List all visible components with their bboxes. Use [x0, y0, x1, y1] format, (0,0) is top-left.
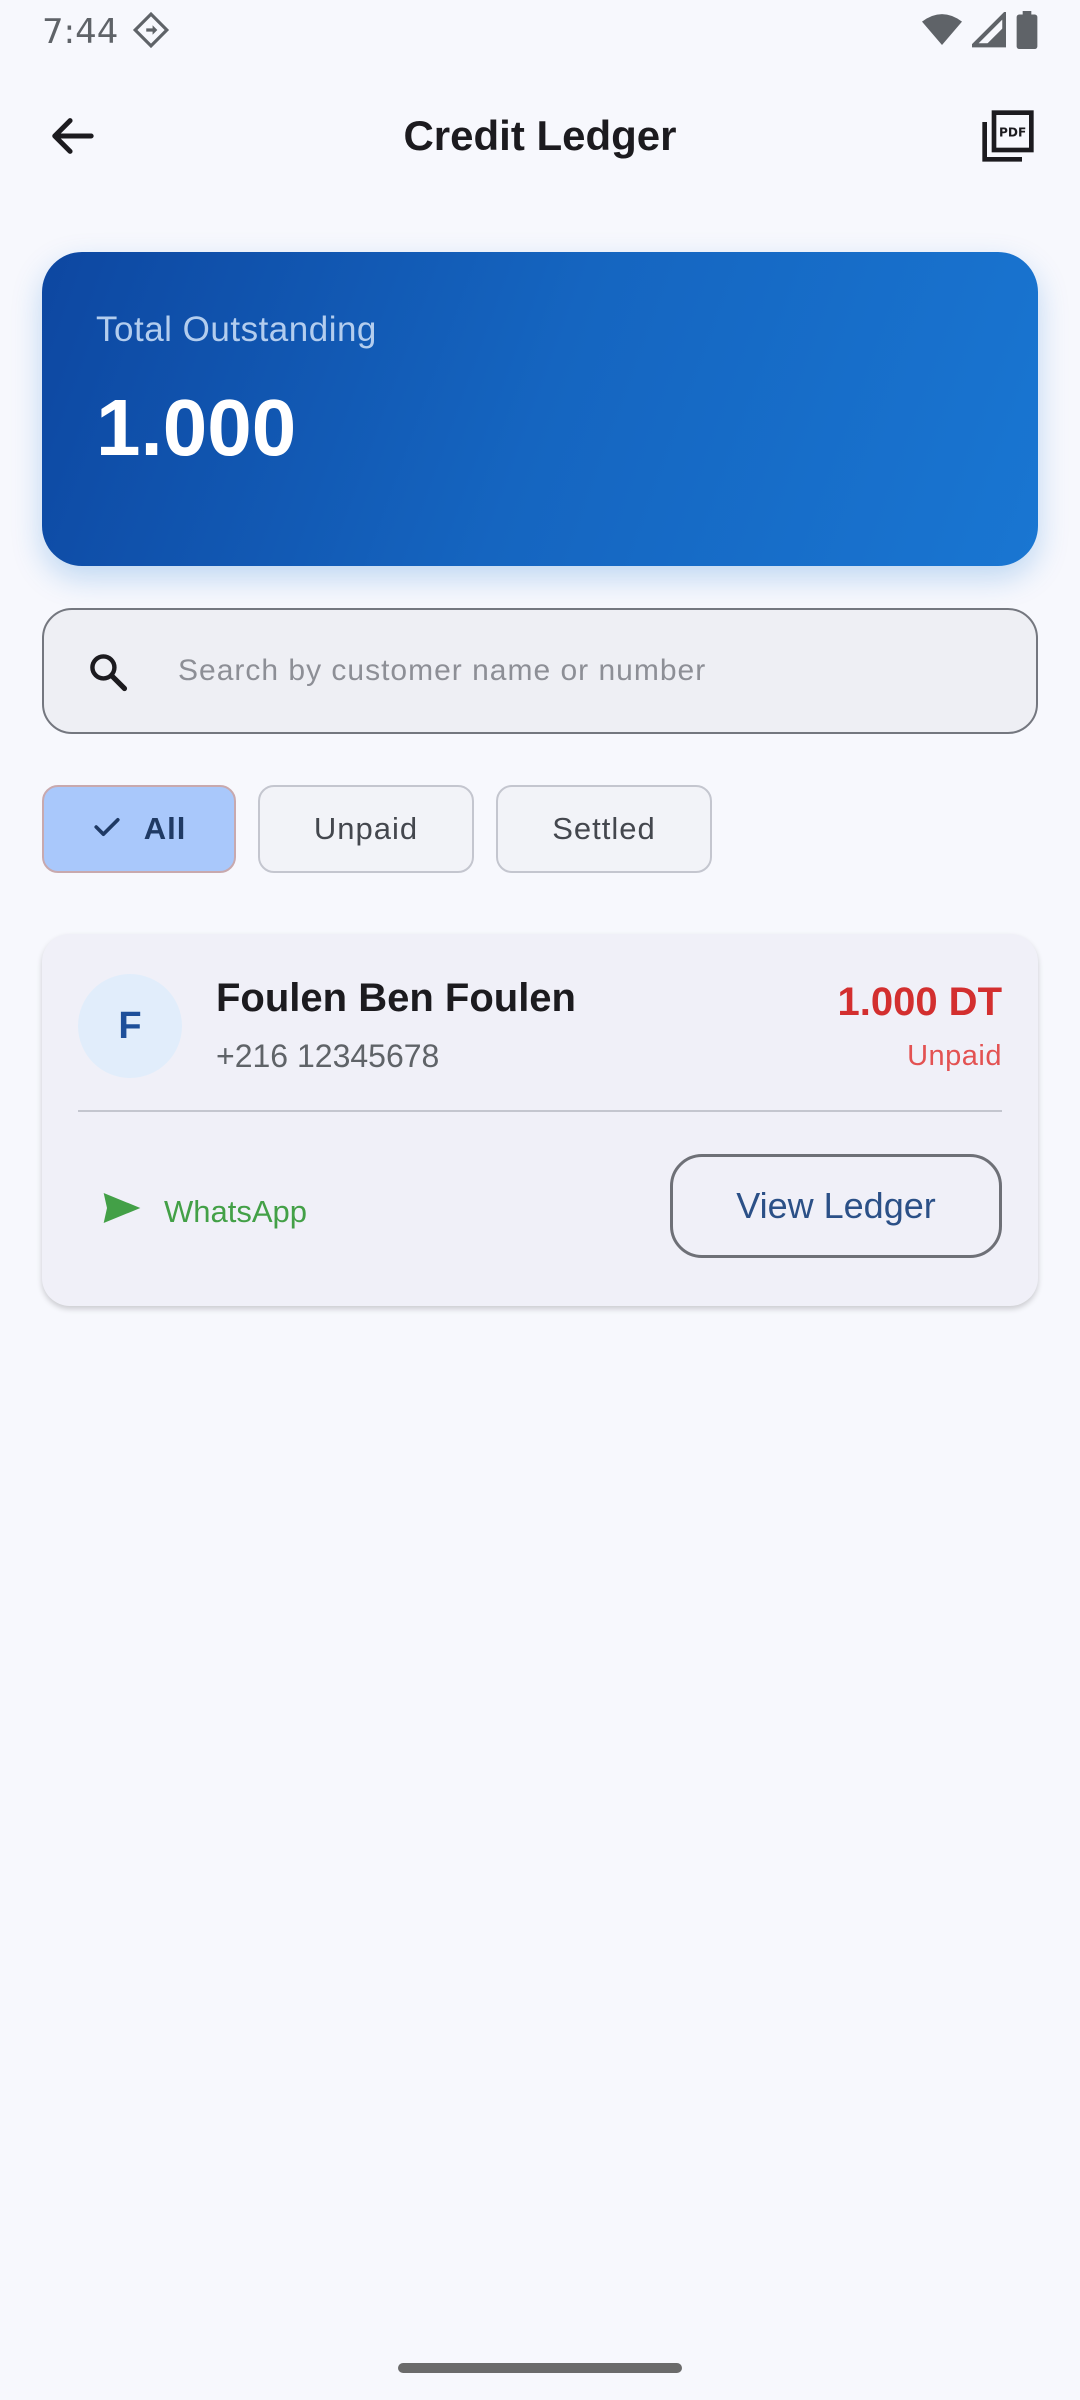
status-time: 7:44	[42, 12, 119, 52]
search-icon	[86, 650, 130, 694]
pdf-icon: PDF	[980, 108, 1036, 169]
status-badge: Unpaid	[907, 1040, 1002, 1072]
filter-chip-label: Settled	[552, 811, 656, 846]
filter-chip-unpaid[interactable]: Unpaid	[258, 785, 474, 873]
send-icon	[102, 1191, 142, 1233]
filter-chip-label: Unpaid	[313, 811, 419, 846]
divider	[78, 1110, 1002, 1112]
total-outstanding-amount: 1.000	[96, 383, 297, 472]
cell-signal-icon	[968, 9, 1007, 53]
customer-name: Foulen Ben Foulen	[216, 976, 576, 1020]
app-bar: Credit Ledger PDF	[0, 88, 1080, 188]
filter-chip-all[interactable]: All	[42, 785, 236, 873]
whatsapp-button[interactable]: WhatsApp	[102, 1182, 307, 1242]
filter-chip-settled[interactable]: Settled	[496, 785, 712, 873]
total-outstanding-card: Total Outstanding 1.000	[42, 252, 1038, 566]
customer-phone: +216 12345678	[216, 1038, 440, 1074]
page-title: Credit Ledger	[403, 112, 677, 159]
svg-text:PDF: PDF	[999, 125, 1026, 139]
search-box[interactable]	[42, 608, 1038, 734]
total-outstanding-label: Total Outstanding	[96, 310, 377, 349]
navigation-diamond-icon	[132, 11, 170, 54]
status-left: 7:44	[42, 11, 170, 54]
home-indicator[interactable]	[398, 2363, 682, 2373]
view-ledger-button[interactable]: View Ledger	[670, 1154, 1002, 1258]
battery-icon	[1016, 10, 1038, 54]
check-icon	[92, 811, 122, 847]
avatar: F	[78, 974, 182, 1078]
export-pdf-button[interactable]: PDF	[972, 102, 1044, 174]
whatsapp-label: WhatsApp	[164, 1194, 308, 1229]
filter-chip-label: All	[143, 811, 187, 846]
filter-chips: All Unpaid Settled	[42, 785, 712, 873]
status-icons	[922, 9, 1038, 54]
customer-card[interactable]: F Foulen Ben Foulen +216 12345678 1.000 …	[42, 934, 1038, 1306]
wifi-icon	[922, 12, 962, 53]
status-bar: 7:44	[0, 0, 1080, 64]
search-input[interactable]	[178, 610, 998, 732]
customer-balance: 1.000 DT	[837, 980, 1002, 1024]
